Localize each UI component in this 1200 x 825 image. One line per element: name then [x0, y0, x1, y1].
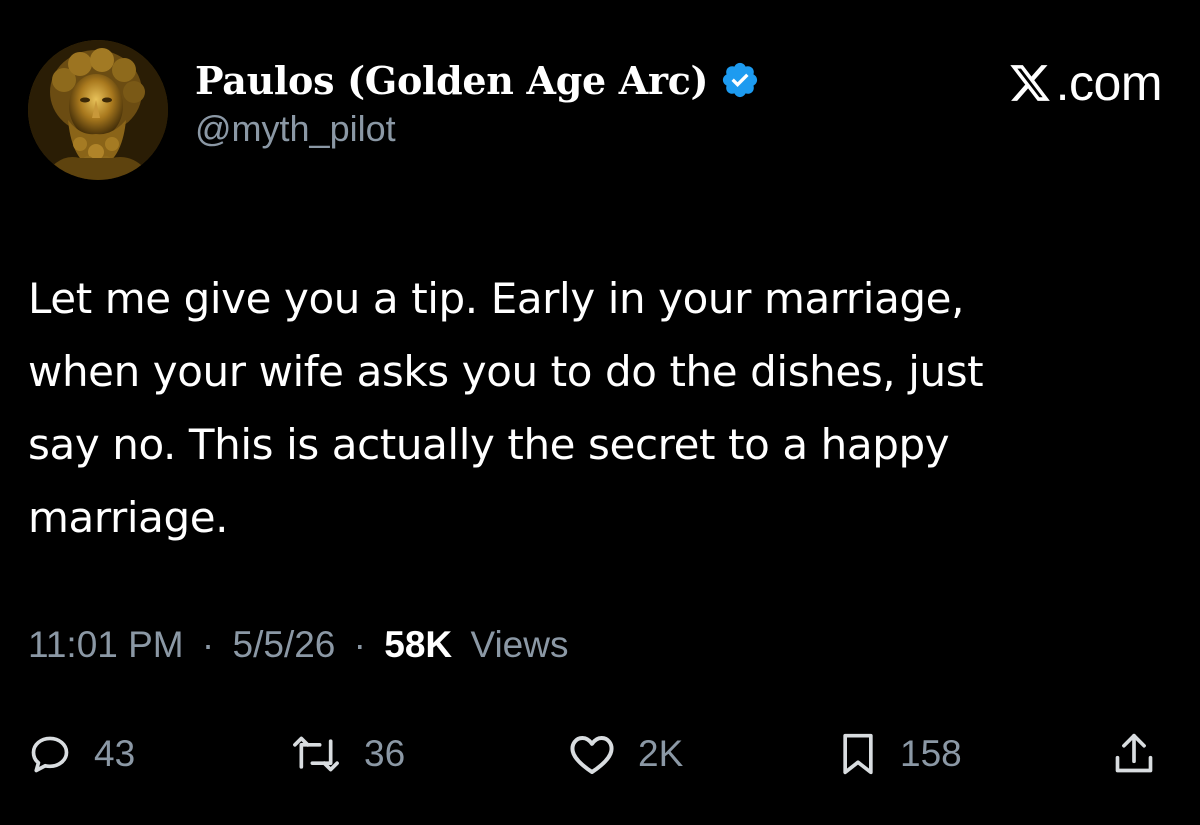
- tweet-text-line: when your wife asks you to do the dishes…: [28, 347, 984, 396]
- tweet-date[interactable]: 5/5/26: [233, 624, 336, 665]
- views-count[interactable]: 58K: [384, 624, 452, 665]
- like-count: 2K: [638, 733, 684, 774]
- meta-separator: ·: [353, 624, 366, 665]
- tweet-header: Paulos (Golden Age Arc) @myth_pilot .com: [28, 36, 1172, 186]
- tweet-text-line: say no. This is actually the secret to a…: [28, 420, 950, 469]
- meta-separator: ·: [201, 624, 215, 665]
- tweet-text-line: Let me give you a tip. Early in your mar…: [28, 274, 965, 323]
- like-button[interactable]: 2K: [568, 722, 683, 786]
- reply-button[interactable]: 43: [28, 722, 135, 786]
- reply-icon: [31, 736, 69, 773]
- tweet-text-line: marriage.: [28, 493, 229, 542]
- display-name[interactable]: Paulos (Golden Age Arc): [195, 58, 709, 103]
- avatar[interactable]: [28, 40, 168, 180]
- heart-icon: [570, 736, 614, 774]
- bookmark-icon: [843, 733, 873, 775]
- author-handle[interactable]: @myth_pilot: [195, 108, 760, 150]
- tweet-time[interactable]: 11:01 PM: [28, 624, 184, 665]
- action-bar: 43 36 2K 158: [28, 722, 1168, 786]
- bookmark-count: 158: [900, 733, 962, 774]
- golden-bust-avatar-icon: [28, 40, 168, 180]
- bookmark-button[interactable]: 158: [838, 722, 962, 786]
- tweet-meta: 11:01 PM · 5/5/26 · 58K Views: [28, 624, 568, 666]
- display-name-row: Paulos (Golden Age Arc): [195, 54, 760, 106]
- x-logo-icon: [1009, 65, 1050, 101]
- share-icon: [1115, 733, 1153, 773]
- brand-domain: .com: [1055, 55, 1163, 111]
- brand-watermark: .com: [1008, 54, 1163, 112]
- tweet-text: Let me give you a tip. Early in your mar…: [28, 262, 1158, 554]
- share-button[interactable]: [1112, 722, 1156, 786]
- views-label: Views: [470, 624, 569, 665]
- author-identity: Paulos (Golden Age Arc) @myth_pilot: [195, 54, 760, 150]
- retweet-count: 36: [364, 733, 406, 774]
- tweet-card: Paulos (Golden Age Arc) @myth_pilot .com…: [0, 0, 1200, 825]
- retweet-button[interactable]: 36: [290, 722, 405, 786]
- verified-badge-icon: [723, 62, 758, 98]
- reply-count: 43: [94, 733, 136, 774]
- retweet-icon: [293, 736, 339, 772]
